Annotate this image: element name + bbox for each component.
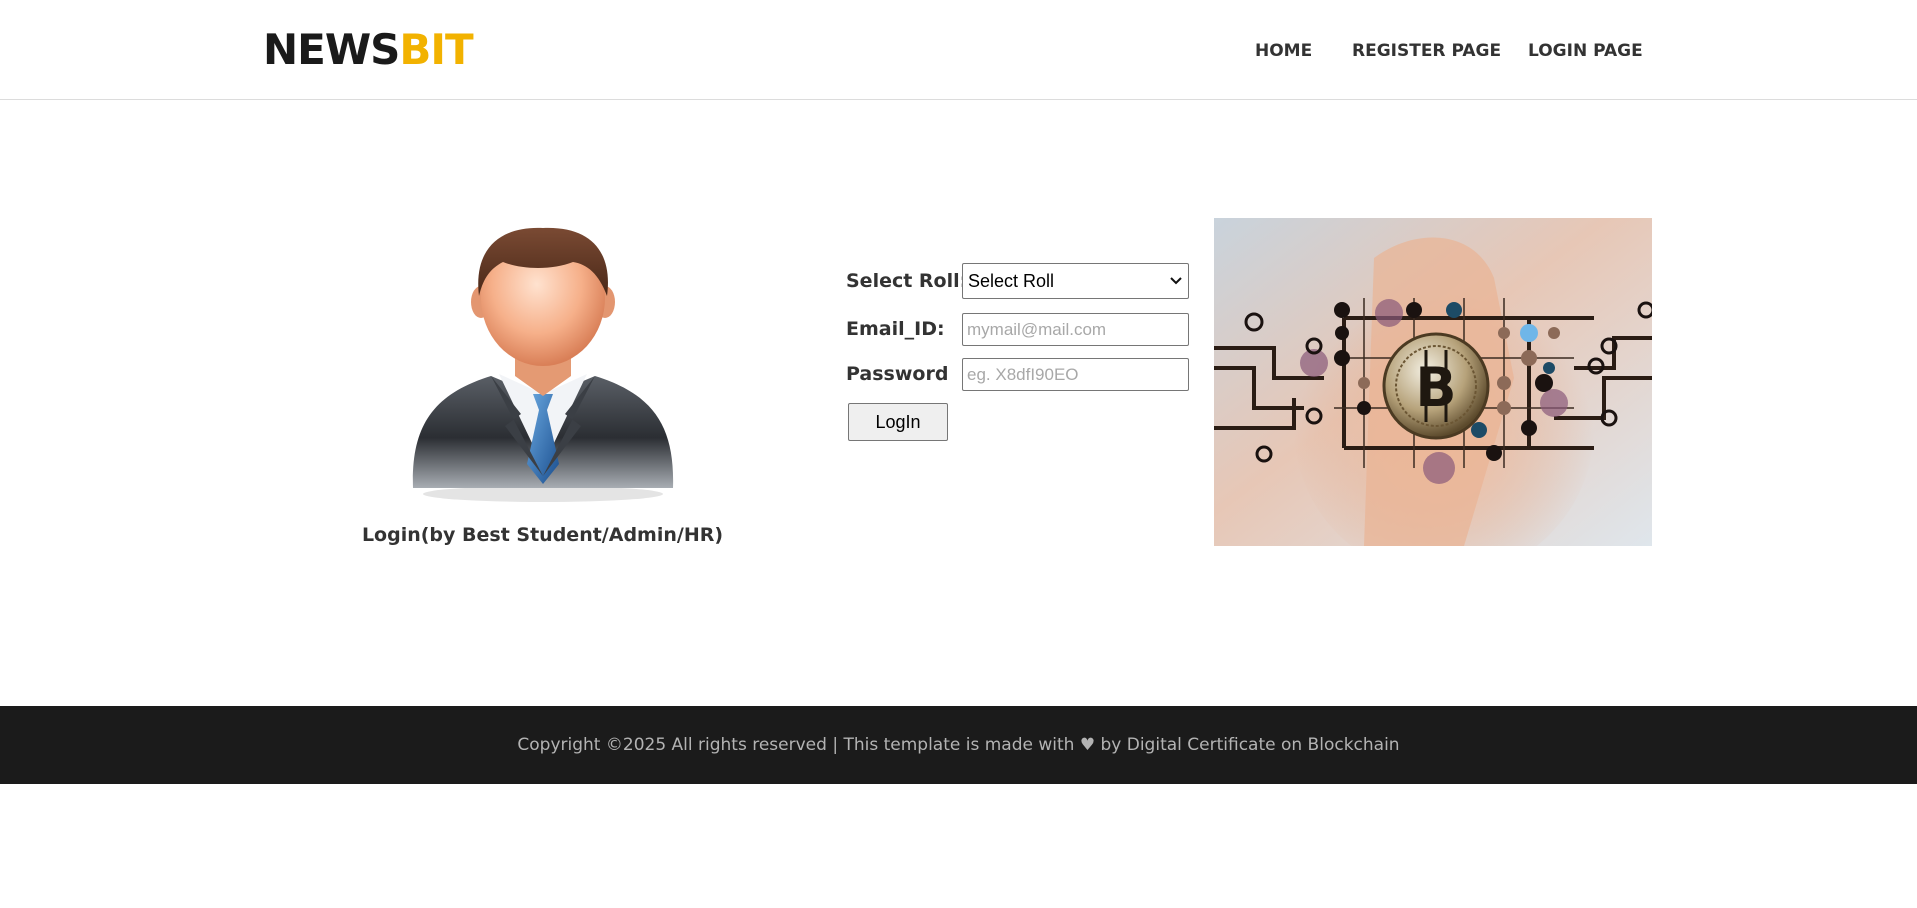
- svg-text:B: B: [1415, 356, 1456, 419]
- main-nav: HOME REGISTER PAGE LOGIN PAGE: [0, 39, 1917, 63]
- email-label: Email_ID:: [846, 318, 945, 340]
- copyright-text-after: by Digital Certificate on Blockchain: [1095, 735, 1400, 755]
- bitcoin-circuit-image: B: [1214, 218, 1652, 546]
- copyright-text-before: Copyright ©2025 All rights reserved | Th…: [517, 735, 1080, 755]
- roll-select[interactable]: Select Roll: [962, 263, 1189, 299]
- businessman-avatar-icon: [403, 226, 683, 504]
- login-caption: Login(by Best Student/Admin/HR): [361, 524, 724, 546]
- email-field[interactable]: [962, 313, 1189, 346]
- copyright-text: Copyright ©2025 All rights reserved | Th…: [0, 733, 1917, 757]
- password-field[interactable]: [962, 358, 1189, 391]
- site-footer: Copyright ©2025 All rights reserved | Th…: [0, 706, 1917, 784]
- login-button[interactable]: LogIn: [848, 403, 948, 441]
- nav-register-link[interactable]: REGISTER PAGE: [1352, 39, 1501, 63]
- password-label: Password: [846, 363, 949, 385]
- nav-home-link[interactable]: HOME: [1255, 39, 1312, 63]
- roll-label: Select Roll:: [846, 270, 968, 292]
- roll-select-value: Select Roll: [968, 271, 1055, 291]
- chevron-down-icon: [1170, 264, 1182, 310]
- heart-icon: ♥: [1079, 735, 1096, 755]
- nav-login-link[interactable]: LOGIN PAGE: [1528, 39, 1643, 63]
- site-header: NEWSBIT HOME REGISTER PAGE LOGIN PAGE: [0, 0, 1917, 100]
